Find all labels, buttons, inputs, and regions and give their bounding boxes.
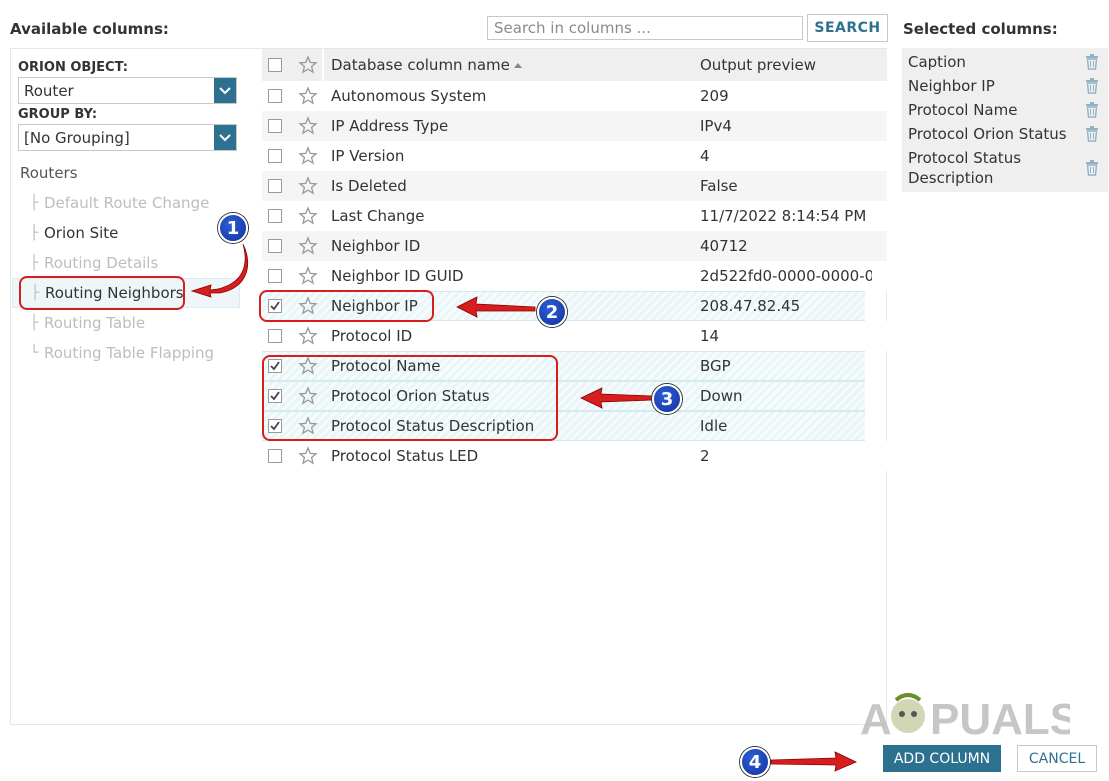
arrow-4-icon — [770, 751, 857, 772]
arrow-2-icon — [456, 296, 536, 318]
annotation-arrows — [190, 243, 857, 772]
arrow-1-icon — [190, 243, 249, 298]
annotation-badge-1: 1 — [218, 213, 248, 243]
annotation-badge-3: 3 — [652, 384, 682, 414]
annotation-badge-2: 2 — [537, 297, 567, 327]
arrow-3-icon — [580, 387, 653, 409]
annotation-badge-4: 4 — [740, 747, 770, 777]
